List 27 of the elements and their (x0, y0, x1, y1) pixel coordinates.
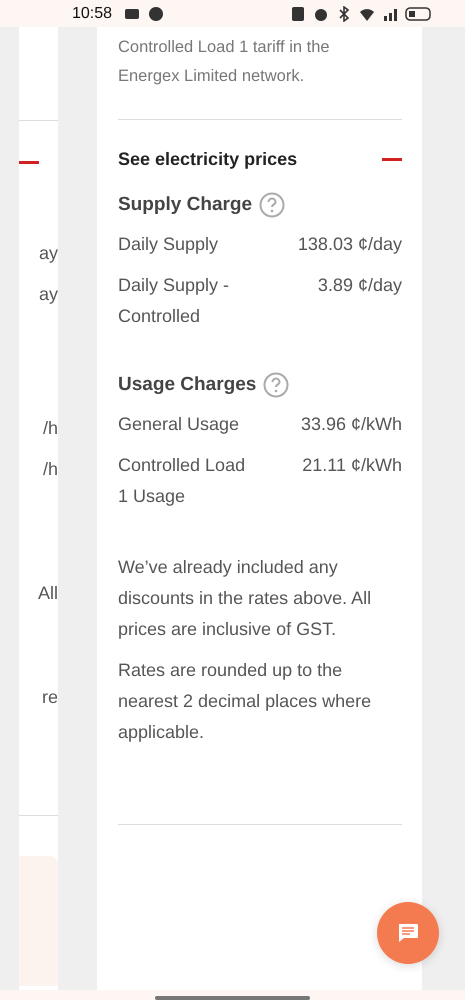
collapse-icon (382, 158, 402, 161)
price-text: re (42, 686, 58, 708)
price-text: ay (38, 283, 58, 305)
charge-value: 33.96 ¢/kWh (300, 413, 402, 436)
charge-value: 3.89 ¢/day (318, 274, 402, 297)
tariff-text: Energex Limited network. (118, 66, 306, 87)
charge-value: 138.03 ¢/day (298, 233, 402, 256)
section-title: Usage Charges (118, 374, 256, 396)
charge-value: 21.11 ¢/kWh (302, 454, 402, 477)
charge-label: Daily Supply - Controlled (118, 274, 230, 328)
charge-label: General Usage (118, 413, 240, 436)
prices-toggle[interactable]: See electricity prices (118, 149, 402, 170)
chat-icon (397, 923, 419, 943)
charge-label: Daily Supply (118, 233, 218, 256)
price-text: ay (38, 242, 58, 264)
help-icon[interactable] (263, 372, 290, 398)
battery-icon (405, 6, 433, 22)
help-icon[interactable] (259, 192, 286, 218)
note-text: We’ve already included any discounts in the rates above. All prices are inclusive of GST. (118, 556, 372, 641)
price-text: All (38, 582, 58, 604)
price-text: /h (42, 458, 58, 480)
note-text: Rates are rounded up to the nearest 2 decimal places where applicable. (118, 659, 372, 744)
section-title: Supply Charge (118, 194, 252, 216)
price-text: /h (42, 417, 58, 439)
tariff-text: Controlled Load 1 tariff in the (118, 37, 331, 58)
status-time: 10:58 (72, 4, 112, 22)
charge-label: Controlled Load 1 Usage (118, 454, 246, 508)
